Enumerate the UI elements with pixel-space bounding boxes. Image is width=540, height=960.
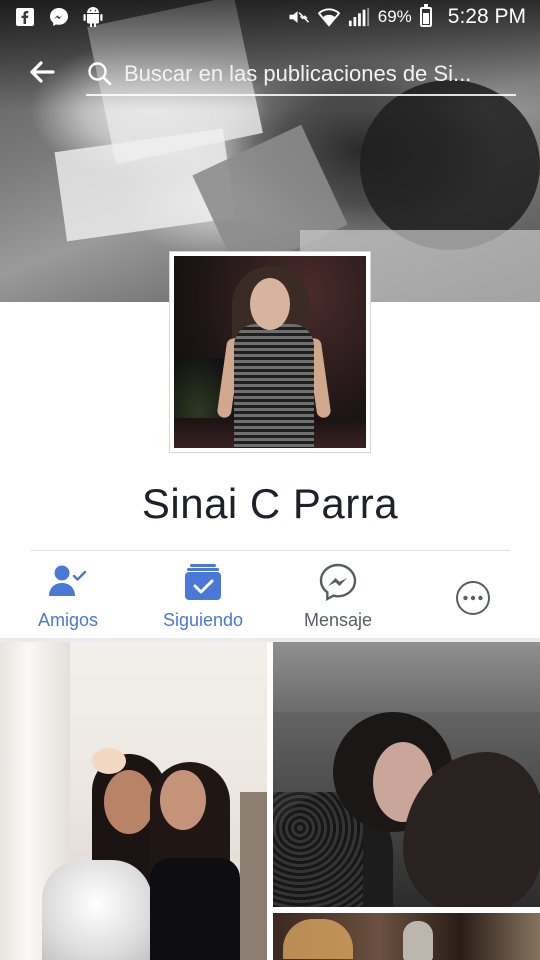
battery-icon (419, 4, 432, 27)
status-bar-system: 69% 5:28 PM (288, 4, 526, 29)
following-check-icon (183, 562, 223, 602)
messenger-notification-icon (48, 6, 70, 28)
photo-ceiling-shape (273, 642, 540, 712)
photo-tile[interactable] (273, 913, 540, 960)
message-button[interactable]: Mensaje (296, 556, 380, 636)
friends-check-icon (48, 562, 88, 602)
photo-vase-shape (403, 921, 433, 960)
photo-tile[interactable] (0, 642, 267, 960)
status-bar-notifications (14, 6, 104, 28)
more-options-button[interactable] (448, 556, 498, 636)
photo-dress-shape (234, 324, 314, 448)
status-time: 5:28 PM (447, 5, 526, 28)
search-placeholder: Buscar en las publicaciones de Si... (124, 61, 472, 86)
photo-gown-shape (42, 860, 152, 960)
more-options-icon (453, 578, 493, 618)
friends-button-label: Amigos (37, 610, 99, 630)
message-button-label: Mensaje (303, 610, 373, 630)
profile-picture[interactable] (169, 251, 371, 453)
back-button[interactable] (26, 56, 58, 88)
following-button-label: Siguiendo (162, 610, 244, 630)
status-bar: 69% 5:28 PM (0, 0, 540, 36)
signal-icon (348, 6, 370, 28)
photo-tile[interactable] (273, 642, 540, 907)
profile-name: Sinai C Parra (141, 480, 399, 527)
photo-face-shape (104, 770, 154, 834)
facebook-notification-icon (14, 6, 36, 28)
friends-button[interactable]: Amigos (28, 556, 108, 636)
photo-dress-shape (150, 858, 240, 960)
battery-percent: 69% (377, 7, 412, 26)
mute-icon (288, 6, 310, 28)
photo-lamp-shape (283, 919, 353, 959)
profile-actions: Amigos Siguiendo Mensaje (0, 556, 540, 636)
wifi-icon (317, 6, 340, 28)
profile-photo (174, 256, 366, 448)
photo-face-shape (160, 770, 206, 830)
search-bar[interactable]: Buscar en las publicaciones de Si... (86, 54, 516, 96)
photo-face-shape (250, 278, 290, 330)
messenger-icon (318, 562, 358, 602)
back-arrow-icon (30, 61, 55, 83)
divider (30, 550, 510, 551)
photo-flower-shape (92, 748, 126, 774)
profile-screen: 69% 5:28 PM Buscar en las publicaciones … (0, 0, 540, 960)
android-icon (82, 6, 104, 28)
following-button[interactable]: Siguiendo (155, 556, 251, 636)
photo-shelf-shape (240, 792, 267, 960)
search-icon (88, 62, 112, 86)
